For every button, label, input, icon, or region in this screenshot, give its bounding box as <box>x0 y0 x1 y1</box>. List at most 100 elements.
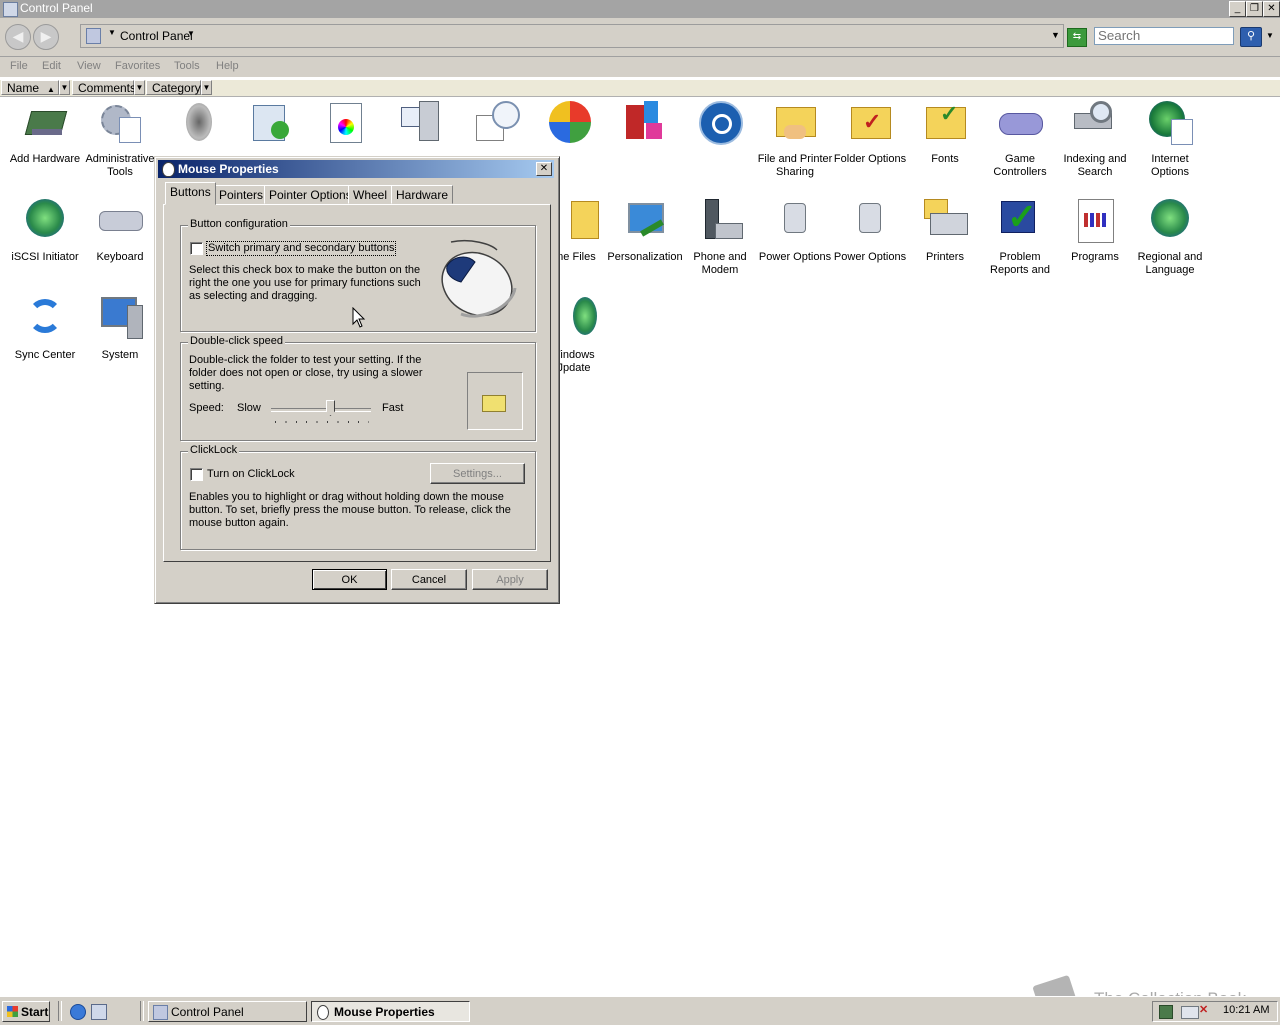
item-personalization[interactable]: Personalization <box>607 197 683 264</box>
item-administrative-tools[interactable]: Administrative Tools <box>82 99 158 179</box>
system-tray: ✕ 10:21 AM <box>1152 1001 1278 1022</box>
slider-thumb[interactable] <box>326 400 335 416</box>
item-iscsi-initiator[interactable]: iSCSI Initiator <box>7 197 83 264</box>
item-keyboard[interactable]: Keyboard <box>82 197 158 264</box>
search-input[interactable] <box>1094 27 1234 45</box>
item-default-programs[interactable] <box>532 99 608 145</box>
item-data-sources[interactable] <box>382 99 458 145</box>
refresh-button[interactable]: ⇆ <box>1067 28 1087 47</box>
item-indexing-search[interactable]: Indexing and Search <box>1057 99 1133 179</box>
dialog-close-button[interactable]: ✕ <box>536 162 552 176</box>
show-desktop-icon[interactable] <box>91 1004 107 1020</box>
internet-options-icon <box>1147 99 1193 145</box>
item-power-options-2[interactable]: Power Options <box>832 197 908 264</box>
switch-buttons-label[interactable]: Switch primary and secondary buttons <box>206 241 397 256</box>
switch-buttons-checkbox[interactable] <box>190 242 203 255</box>
item-file-printer-sharing[interactable]: File and Printer Sharing <box>757 99 833 179</box>
item-programs[interactable]: Programs <box>1057 197 1133 264</box>
test-folder-icon[interactable] <box>482 395 506 412</box>
item-disk-defragmenter[interactable] <box>607 99 683 145</box>
globe-icon <box>1147 197 1193 243</box>
item-power-options[interactable]: Power Options <box>757 197 833 264</box>
address-history-dropdown-icon[interactable]: ▼ <box>1051 30 1060 40</box>
forward-button[interactable]: ▶ <box>33 24 59 50</box>
search-icon[interactable]: ⚲ <box>1240 27 1262 47</box>
item-regional-language[interactable]: Regional and Language <box>1132 197 1208 277</box>
back-button[interactable]: ◀ <box>5 24 31 50</box>
sort-ascending-icon: ▲ <box>47 85 55 94</box>
item-date-time[interactable] <box>457 99 533 145</box>
dialog-title: Mouse Properties <box>178 162 279 176</box>
minimize-button[interactable]: _ <box>1229 1 1246 17</box>
mouse-icon <box>317 1005 329 1020</box>
programs-icon <box>1072 197 1118 243</box>
menu-edit[interactable]: Edit <box>42 60 61 72</box>
menu-view[interactable]: View <box>77 60 101 72</box>
tab-buttons[interactable]: Buttons <box>165 182 216 205</box>
item-sync-center[interactable]: Sync Center <box>7 295 83 362</box>
group-double-click-speed: Double-click speed Double-click the fold… <box>180 335 536 441</box>
item-system[interactable]: System <box>82 295 158 362</box>
menu-file[interactable]: File <box>10 60 28 72</box>
start-button[interactable]: Start <box>2 1001 50 1022</box>
mouse-image-icon <box>441 239 517 318</box>
item-label: System <box>101 349 139 361</box>
test-area[interactable] <box>467 372 523 430</box>
column-name[interactable]: Name ▲ <box>1 80 59 95</box>
task-mouse-properties[interactable]: Mouse Properties <box>311 1001 470 1022</box>
apply-button[interactable]: Apply <box>472 569 548 590</box>
clicklock-label[interactable]: Turn on ClickLock <box>207 468 295 481</box>
tab-pointers[interactable]: Pointers <box>214 185 269 204</box>
tab-wheel[interactable]: Wheel <box>348 185 393 204</box>
search-options-dropdown-icon[interactable]: ▼ <box>1266 31 1274 40</box>
item-internet-options[interactable]: Internet Options <box>1132 99 1208 179</box>
item-audio-devices[interactable] <box>157 99 233 145</box>
item-folder-options[interactable]: ✓ Folder Options <box>832 99 908 166</box>
item-color[interactable] <box>307 99 383 145</box>
double-click-speed-slider[interactable] <box>271 399 373 425</box>
item-fonts[interactable]: ✓ Fonts <box>907 99 983 166</box>
taskbar: Start Control Panel Mouse Properties ✕ 1… <box>0 996 1280 1025</box>
hardware-tray-icon[interactable] <box>1159 1005 1173 1019</box>
column-comments[interactable]: Comments <box>72 80 136 95</box>
close-button[interactable]: ✕ <box>1263 1 1280 17</box>
data-sources-icon <box>397 99 443 145</box>
speed-label: Speed: <box>189 402 224 414</box>
dialog-title-bar[interactable]: Mouse Properties ✕ <box>158 160 554 178</box>
globe-icon <box>22 197 68 243</box>
breadcrumb[interactable]: Control Panel <box>120 29 193 43</box>
internet-explorer-icon[interactable] <box>70 1004 86 1020</box>
network-tray-icon[interactable] <box>1181 1006 1199 1019</box>
item-printers[interactable]: Printers <box>907 197 983 264</box>
column-name-dropdown-icon[interactable]: ▼ <box>59 80 70 95</box>
item-ease-of-access[interactable] <box>682 99 758 145</box>
window-title-bar[interactable]: Control Panel _ ❐ ✕ <box>0 0 1280 18</box>
tab-pointer-options[interactable]: Pointer Options <box>264 185 357 204</box>
task-control-panel[interactable]: Control Panel <box>148 1001 307 1022</box>
address-box[interactable]: ▼ Control Panel ▼ ▼ <box>80 24 1064 48</box>
tab-panel-buttons: Button configuration Switch primary and … <box>163 204 551 562</box>
cancel-button[interactable]: Cancel <box>391 569 467 590</box>
item-problem-reports[interactable]: ✓ Problem Reports and <box>982 197 1058 277</box>
column-category[interactable]: Category <box>146 80 201 95</box>
item-game-controllers[interactable]: Game Controllers <box>982 99 1058 179</box>
clicklock-settings-button[interactable]: Settings... <box>430 463 525 484</box>
clock[interactable]: 10:21 AM <box>1223 1004 1269 1016</box>
mouse-cursor-icon <box>352 307 366 328</box>
item-phone-modem[interactable]: Phone and Modem <box>682 197 758 277</box>
item-autoplay[interactable] <box>232 99 308 145</box>
item-label: Fonts <box>931 153 959 165</box>
tab-hardware[interactable]: Hardware <box>391 185 454 204</box>
column-comments-dropdown-icon[interactable]: ▼ <box>134 80 145 95</box>
menu-tools[interactable]: Tools <box>174 60 200 72</box>
menu-help[interactable]: Help <box>216 60 239 72</box>
breadcrumb-arrow-icon[interactable]: ▼ <box>108 28 116 37</box>
menu-favorites[interactable]: Favorites <box>115 60 160 72</box>
restore-button[interactable]: ❐ <box>1246 1 1263 17</box>
column-category-dropdown-icon[interactable]: ▼ <box>201 80 212 95</box>
clicklock-checkbox[interactable] <box>190 468 203 481</box>
item-add-hardware[interactable]: Add Hardware <box>7 99 83 166</box>
task-label: Control Panel <box>171 1005 244 1019</box>
breadcrumb-dropdown-icon[interactable]: ▼ <box>187 29 195 38</box>
ok-button[interactable]: OK <box>312 569 387 590</box>
